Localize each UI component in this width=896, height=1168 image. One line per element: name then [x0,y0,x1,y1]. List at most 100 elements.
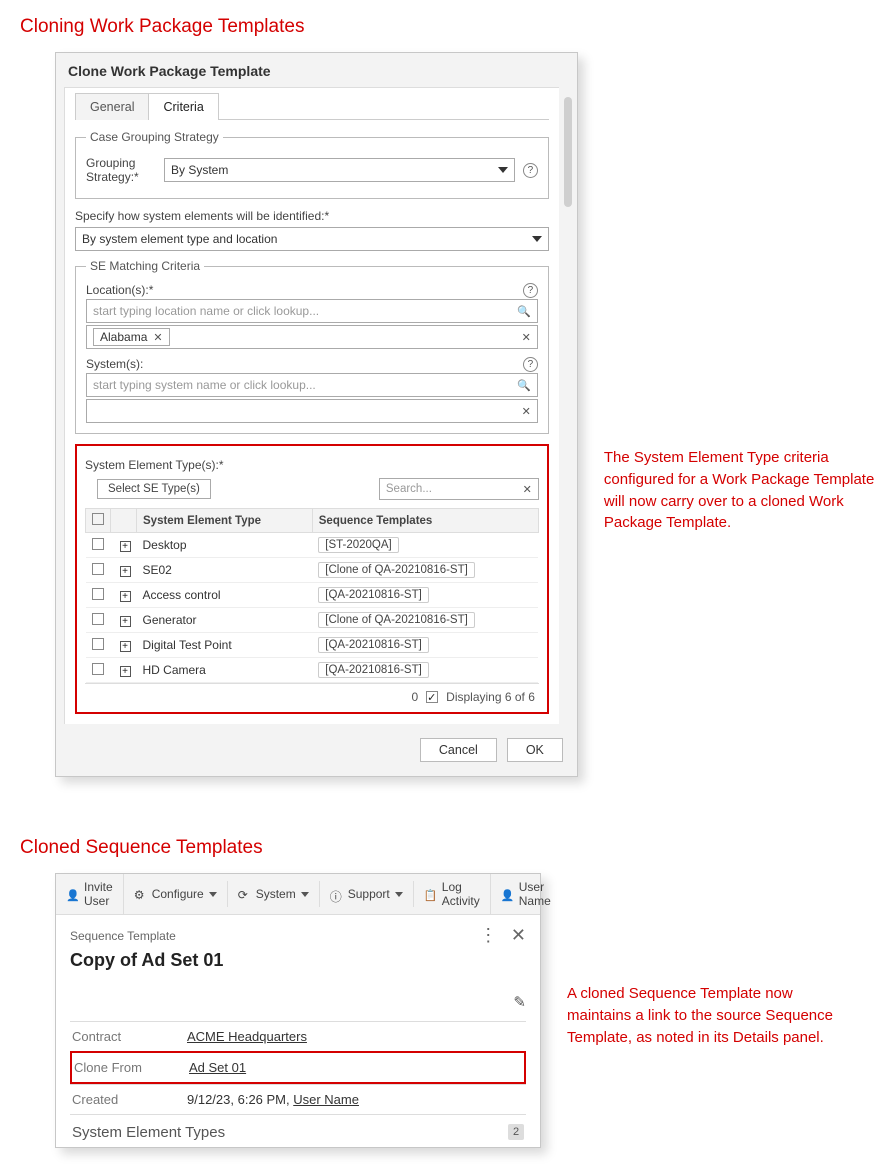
system-label: System [256,887,296,901]
search-icon[interactable] [517,304,531,318]
created-user-link[interactable]: User Name [293,1092,359,1107]
location-chip[interactable]: Alabama [93,328,170,346]
expand-icon[interactable]: + [120,616,131,627]
sequence-chip[interactable]: [Clone of QA-20210816-ST] [318,612,475,628]
clear-icon[interactable] [523,483,532,496]
col-se-type: System Element Type [137,509,313,533]
row-checkbox[interactable] [92,588,104,600]
created-date: 9/12/23, 6:26 PM, [187,1092,293,1107]
help-icon[interactable]: ? [523,283,538,298]
identify-select[interactable]: By system element type and location [75,227,549,251]
table-row: +Generator[Clone of QA-20210816-ST] [86,608,539,633]
grouping-label: Grouping Strategy:* [86,156,156,184]
location-chips-row: Alabama [86,325,538,349]
se-type-name: SE02 [137,558,313,583]
checkbox-all[interactable] [92,513,104,525]
select-se-types-button[interactable]: Select SE Type(s) [97,479,211,499]
ok-button[interactable]: OK [507,738,563,762]
table-row: + Desktop [ST-2020QA] [86,533,539,558]
table-row: + Digital Test Point [QA-20210816-ST] [86,633,539,658]
expand-icon[interactable]: + [120,641,131,652]
se-search-input[interactable]: Search... [379,478,539,500]
system-menu[interactable]: System [228,881,320,907]
chevron-down-icon [209,892,217,897]
remove-chip-icon[interactable] [153,330,162,344]
scrollbar-thumb[interactable] [564,97,572,207]
sequence-chip[interactable]: [QA-20210816-ST] [318,587,429,603]
record-type: Sequence Template [70,929,176,943]
row-checkbox[interactable] [92,538,104,550]
identify-value: By system element type and location [82,232,277,246]
chevron-down-icon [532,236,542,242]
tab-bar: General Criteria [75,92,549,120]
grouping-legend: Case Grouping Strategy [86,130,223,144]
location-placeholder: start typing location name or click look… [93,304,319,318]
clear-icon[interactable] [522,404,531,418]
user-menu[interactable]: User Name [491,874,561,914]
se-types-label: System Element Type(s):* [85,458,539,472]
user-icon [66,888,79,901]
invite-user-button[interactable]: Invite User [56,874,124,914]
footer-checkbox[interactable] [426,691,438,703]
help-icon[interactable]: ? [523,357,538,372]
clone-value[interactable]: Ad Set 01 [189,1060,246,1075]
se-type-name: Digital Test Point [137,633,313,658]
grouping-fieldset: Case Grouping Strategy Grouping Strategy… [75,130,549,199]
log-label: Log Activity [442,880,480,908]
sequence-chip[interactable]: [Clone of QA-20210816-ST] [318,562,475,578]
tab-criteria[interactable]: Criteria [148,93,218,120]
expand-icon[interactable]: + [120,591,131,602]
edit-icon[interactable]: ✎ [513,994,526,1011]
help-icon[interactable]: ? [523,163,538,178]
log-activity-button[interactable]: Log Activity [414,874,491,914]
matching-legend: SE Matching Criteria [86,259,204,273]
configure-menu[interactable]: Configure [124,881,228,907]
se-type-name: Desktop [137,533,313,558]
location-input[interactable]: start typing location name or click look… [86,299,538,323]
grouping-value: By System [171,163,228,177]
section-se-types: System Element Types 2 [70,1114,526,1141]
search-icon[interactable] [517,378,531,392]
expand-icon[interactable]: + [120,541,131,552]
callout-clone-link: A cloned Sequence Template now maintains… [567,983,847,1048]
location-chip-label: Alabama [100,330,147,344]
location-label: Location(s):* [86,283,153,297]
kebab-menu-icon[interactable]: ⋮ [479,925,497,945]
sequence-chip[interactable]: [QA-20210816-ST] [318,662,429,678]
tab-general[interactable]: General [75,93,149,120]
expand-icon[interactable]: + [120,666,131,677]
sequence-chip[interactable]: [ST-2020QA] [318,537,398,553]
row-checkbox[interactable] [92,613,104,625]
row-contract: Contract ACME Headquarters [70,1021,526,1051]
row-checkbox[interactable] [92,638,104,650]
record-title: Copy of Ad Set 01 [70,950,526,971]
user-icon [501,888,514,901]
cancel-button[interactable]: Cancel [420,738,497,762]
configure-label: Configure [152,887,204,901]
system-label: System(s): [86,357,143,371]
section-sub-label: System Element Types [72,1124,225,1141]
support-label: Support [348,887,390,901]
row-created: Created 9/12/23, 6:26 PM, User Name [70,1084,526,1114]
log-icon [424,888,437,901]
table-row: + SE02 [Clone of QA-20210816-ST] [86,558,539,583]
clear-icon[interactable] [522,330,531,344]
system-input[interactable]: start typing system name or click lookup… [86,373,538,397]
chevron-down-icon [395,892,403,897]
created-value: 9/12/23, 6:26 PM, User Name [187,1092,359,1107]
close-icon[interactable]: ✕ [511,925,526,945]
row-checkbox[interactable] [92,563,104,575]
row-checkbox[interactable] [92,663,104,675]
table-row: +Access control[QA-20210816-ST] [86,583,539,608]
callout-se-types: The System Element Type criteria configu… [604,447,876,534]
sequence-chip[interactable]: [QA-20210816-ST] [318,637,429,653]
support-menu[interactable]: Support [320,881,414,907]
expand-icon[interactable]: + [120,566,131,577]
contract-value[interactable]: ACME Headquarters [187,1029,307,1044]
scrollbar[interactable] [559,87,577,724]
chevron-down-icon [498,167,508,173]
system-chips-row [86,399,538,423]
grouping-select[interactable]: By System [164,158,515,182]
username-label: User Name [519,880,551,908]
row-clone-from: Clone From Ad Set 01 [72,1053,524,1082]
